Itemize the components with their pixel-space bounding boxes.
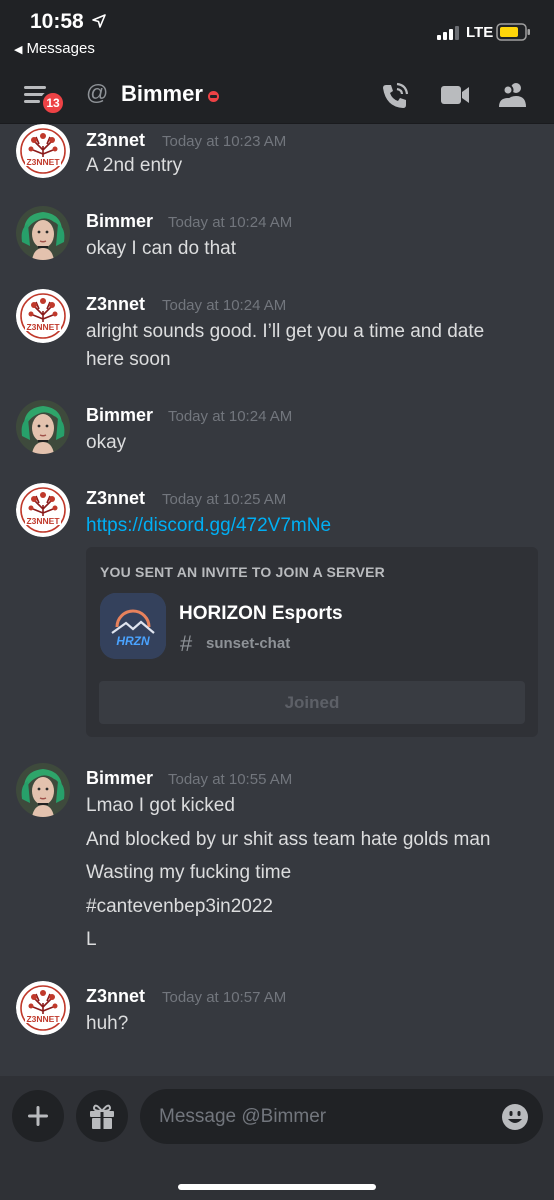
channel-header: 13 @ Bimmer xyxy=(0,66,554,124)
location-arrow-icon xyxy=(92,14,106,28)
z3nnet-logo-text: Z3NNET xyxy=(26,516,60,526)
z3nnet-logo-icon: Z3NNET xyxy=(16,981,70,1035)
bimmer-avatar-icon xyxy=(16,400,70,454)
channel-name: sunset-chat xyxy=(206,635,291,652)
message-timestamp: Today at 10:24 AM xyxy=(162,297,287,314)
phone-call-icon[interactable] xyxy=(380,81,410,111)
z3nnet-logo-icon: Z3NNET xyxy=(16,124,70,178)
avatar[interactable] xyxy=(16,206,70,260)
invite-title: YOU SENT AN INVITE TO JOIN A SERVER xyxy=(100,564,385,580)
message-text: okay xyxy=(86,432,127,453)
joined-button[interactable]: Joined xyxy=(99,681,525,724)
battery-icon xyxy=(496,23,530,41)
message-author[interactable]: Z3nnet xyxy=(86,294,145,315)
status-bar: 10:58 ◀ Messages LTE xyxy=(0,0,554,66)
back-triangle-icon: ◀ xyxy=(14,44,23,56)
message-timestamp: Today at 10:57 AM xyxy=(162,989,287,1006)
gift-button[interactable] xyxy=(76,1090,128,1142)
message-author[interactable]: Z3nnet xyxy=(86,986,145,1007)
horizon-logo-icon: HRZN xyxy=(100,593,166,659)
invite-link[interactable]: https://discord.gg/472V7mNe xyxy=(86,515,331,537)
server-icon-text: HRZN xyxy=(116,634,150,648)
server-name: HORIZON Esports xyxy=(179,603,343,624)
server-invite-embed: YOU SENT AN INVITE TO JOIN A SERVER HRZN… xyxy=(86,547,538,737)
composer-bar: Message @Bimmer xyxy=(0,1076,554,1200)
signal-icon xyxy=(437,26,459,40)
server-icon[interactable]: HRZN xyxy=(100,593,166,659)
z3nnet-logo-text: Z3NNET xyxy=(26,157,60,167)
z3nnet-logo-icon: Z3NNET xyxy=(16,289,70,343)
message-text: here soon xyxy=(86,349,171,370)
status-time: 10:58 xyxy=(30,10,84,33)
avatar[interactable]: Z3NNET xyxy=(16,289,70,343)
message-timestamp: Today at 10:55 AM xyxy=(168,771,293,788)
avatar[interactable]: Z3NNET xyxy=(16,981,70,1035)
gift-icon xyxy=(90,1104,114,1129)
z3nnet-logo-text: Z3NNET xyxy=(26,1014,60,1024)
message-timestamp: Today at 10:24 AM xyxy=(168,408,293,425)
emoji-icon[interactable] xyxy=(501,1103,529,1131)
message-timestamp: Today at 10:24 AM xyxy=(168,214,293,231)
message-author[interactable]: Z3nnet xyxy=(86,488,145,509)
plus-button[interactable] xyxy=(12,1090,64,1142)
network-type: LTE xyxy=(466,24,494,41)
bimmer-avatar-icon xyxy=(16,206,70,260)
message-author[interactable]: Bimmer xyxy=(86,211,153,232)
home-indicator xyxy=(178,1184,376,1190)
message-text: okay I can do that xyxy=(86,238,236,259)
plus-icon xyxy=(28,1106,48,1126)
message-text: A 2nd entry xyxy=(86,155,183,176)
back-to-messages-link[interactable]: ◀ Messages xyxy=(14,40,95,57)
z3nnet-logo-icon: Z3NNET xyxy=(16,483,70,537)
message-timestamp: Today at 10:25 AM xyxy=(162,491,287,508)
message-input[interactable]: Message @Bimmer xyxy=(140,1089,543,1144)
avatar[interactable] xyxy=(16,763,70,817)
do-not-disturb-status-icon xyxy=(208,91,219,102)
message-author[interactable]: Z3nnet xyxy=(86,130,145,151)
message-text: huh? xyxy=(86,1013,129,1034)
message-text: alright sounds good. I’ll get you a time… xyxy=(86,321,485,342)
avatar[interactable] xyxy=(16,400,70,454)
message-text: And blocked by ur shit ass team hate gol… xyxy=(86,829,491,850)
avatar[interactable]: Z3NNET xyxy=(16,483,70,537)
video-camera-icon[interactable] xyxy=(440,84,470,106)
message-author[interactable]: Bimmer xyxy=(86,405,153,426)
message-author[interactable]: Bimmer xyxy=(86,768,153,789)
message-text: Wasting my fucking time xyxy=(86,862,292,883)
back-link-label: Messages xyxy=(26,40,95,57)
at-icon: @ xyxy=(86,80,109,105)
bimmer-avatar-icon xyxy=(16,763,70,817)
z3nnet-logo-text: Z3NNET xyxy=(26,322,60,332)
message-text: #cantevenbep3in2022 xyxy=(86,896,274,917)
message-timestamp: Today at 10:23 AM xyxy=(162,133,287,150)
message-text: L xyxy=(86,929,97,950)
avatar[interactable]: Z3NNET xyxy=(16,124,70,178)
dm-title: Bimmer xyxy=(121,81,203,106)
channel-hash-icon: # xyxy=(180,631,193,656)
members-icon[interactable] xyxy=(498,81,528,109)
message-text: Lmao I got kicked xyxy=(86,795,235,816)
unread-badge: 13 xyxy=(40,90,66,116)
